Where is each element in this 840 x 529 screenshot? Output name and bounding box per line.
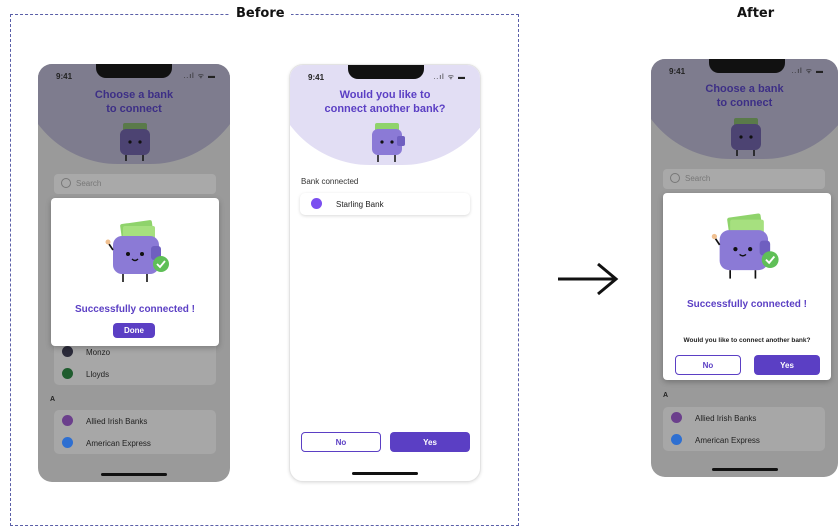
- status-time: 9:41: [56, 72, 73, 81]
- wallet-success-icon: [711, 213, 779, 279]
- success-modal: Successfully connected ! Done: [51, 198, 219, 346]
- section-header-a: A: [663, 392, 669, 399]
- arrow-right-icon: [558, 262, 619, 296]
- signal-icon: ..ıl ᯤ ▬: [183, 73, 216, 80]
- status-bar: 9:41 ..ıl ᯤ ▬: [290, 65, 480, 89]
- notch: [96, 64, 172, 78]
- connected-bank-name: Starling Bank: [336, 200, 384, 209]
- home-indicator: [711, 468, 778, 471]
- search-icon: [61, 178, 71, 188]
- bank-list-a: Allied Irish Banks American Express: [54, 410, 216, 454]
- wallet-success-icon: [105, 220, 169, 282]
- wallet-mascot-icon: [731, 118, 761, 156]
- list-item-allied-irish[interactable]: Allied Irish Banks: [663, 407, 825, 429]
- search-input[interactable]: Search: [54, 174, 216, 194]
- starling-bank-logo-icon: [311, 198, 322, 209]
- after-label: After: [731, 6, 781, 21]
- amex-logo-icon: [671, 434, 682, 445]
- connect-another-question: Would you like to connect another bank?: [683, 337, 811, 344]
- status-bar: 9:41 ..ıl ᯤ ▬: [651, 59, 838, 83]
- page-title-line2: to connect: [106, 103, 162, 115]
- wallet-mascot-icon: [372, 123, 405, 162]
- signal-icon: ..ıl ᯤ ▬: [433, 74, 466, 81]
- home-indicator: [101, 473, 167, 476]
- home-indicator: [352, 472, 418, 475]
- allied-irish-logo-icon: [62, 415, 73, 426]
- success-message: Successfully connected !: [686, 299, 808, 310]
- success-message: Successfully connected !: [74, 304, 196, 315]
- status-bar: 9:41 ..ıl ᯤ ▬: [38, 64, 230, 88]
- notch: [709, 59, 785, 73]
- lloyds-logo-icon: [62, 368, 73, 379]
- list-item-lloyds[interactable]: Lloyds: [54, 363, 216, 385]
- list-item-amex[interactable]: American Express: [663, 429, 825, 451]
- status-time: 9:41: [669, 67, 686, 76]
- before-label: Before: [230, 6, 291, 21]
- no-button[interactable]: No: [675, 355, 741, 375]
- list-item-allied-irish[interactable]: Allied Irish Banks: [54, 410, 216, 432]
- allied-irish-logo-icon: [671, 412, 682, 423]
- search-placeholder: Search: [685, 174, 711, 183]
- success-modal-combined: Successfully connected ! Would you like …: [663, 193, 831, 380]
- list-item-amex[interactable]: American Express: [54, 432, 216, 454]
- search-placeholder: Search: [76, 179, 102, 188]
- page-title-line2: to connect: [716, 97, 773, 109]
- bank-list-top: Monzo Lloyds: [54, 341, 216, 385]
- signal-icon: ..ıl ᯤ ▬: [791, 68, 824, 75]
- search-input[interactable]: Search: [663, 169, 825, 189]
- page-title-line1: Choose a bank: [94, 89, 174, 101]
- yes-button[interactable]: Yes: [754, 355, 820, 375]
- connected-bank-card: Starling Bank: [300, 193, 470, 215]
- comparison-canvas: Before After 9:41 ..ıl ᯤ ▬ Choose a bank…: [0, 0, 840, 529]
- bank-list-a: Allied Irish Banks American Express: [663, 407, 825, 451]
- phone-connect-another-before: 9:41 ..ıl ᯤ ▬ Would you like to connect …: [289, 64, 481, 482]
- yes-button[interactable]: Yes: [390, 432, 470, 452]
- notch: [348, 65, 424, 79]
- page-title-line2: connect another bank?: [324, 103, 446, 115]
- search-icon: [670, 173, 680, 183]
- bank-connected-label: Bank connected: [301, 177, 359, 186]
- page-title-line1: Would you like to: [339, 89, 431, 101]
- done-button[interactable]: Done: [113, 323, 155, 338]
- monzo-logo-icon: [62, 346, 73, 357]
- page-title-line1: Choose a bank: [705, 83, 784, 95]
- section-header-a: A: [50, 396, 56, 403]
- no-button[interactable]: No: [301, 432, 381, 452]
- wallet-mascot-icon: [120, 123, 150, 161]
- amex-logo-icon: [62, 437, 73, 448]
- status-time: 9:41: [308, 73, 325, 82]
